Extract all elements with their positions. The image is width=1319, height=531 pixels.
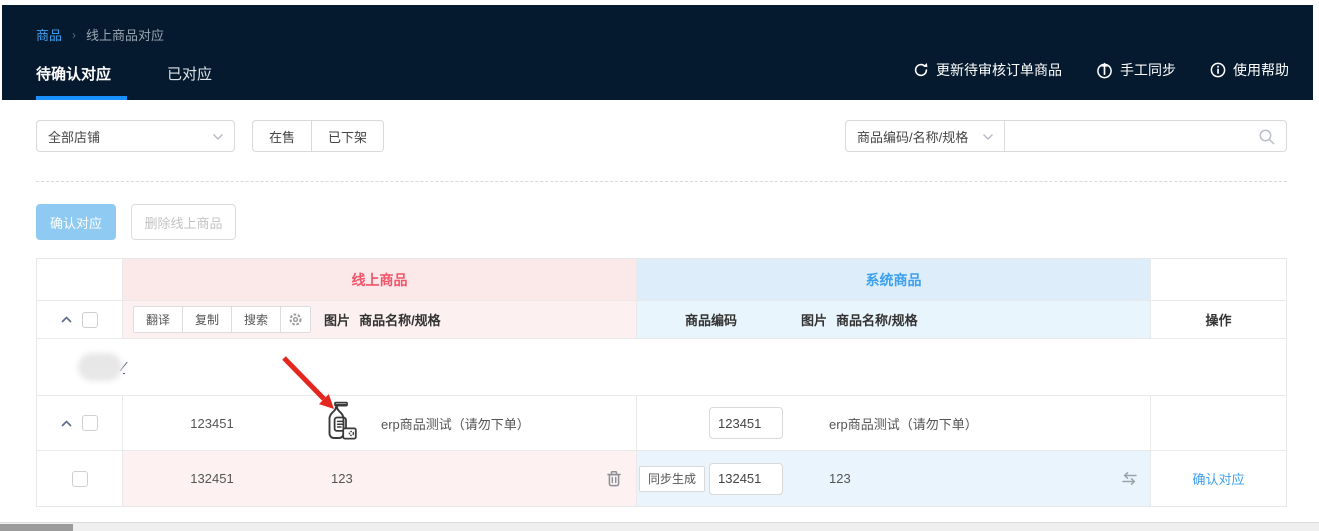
collapse-row-caret[interactable]	[61, 420, 72, 427]
table-group-header-row: 线上商品 系统商品	[37, 259, 1286, 301]
tab-matched[interactable]: 已对应	[167, 63, 220, 100]
search-input[interactable]	[1005, 121, 1286, 151]
search-group: 商品编码/名称/规格	[845, 120, 1287, 152]
row-checkbox[interactable]	[82, 415, 98, 431]
collapse-all-caret[interactable]	[61, 316, 72, 323]
breadcrumb-separator: ›	[72, 28, 76, 42]
system-code-input[interactable]	[709, 407, 783, 439]
online-name-column-header: 商品名称/规格	[359, 310, 441, 329]
help-label: 使用帮助	[1233, 60, 1289, 80]
copy-button[interactable]: 复制	[183, 307, 232, 332]
horizontal-scrollbar[interactable]	[0, 522, 1319, 531]
breadcrumb-current: 线上商品对应	[86, 25, 164, 44]
bulk-actions: 确认对应 删除线上商品	[36, 204, 1287, 240]
manual-sync-label: 手工同步	[1120, 60, 1176, 80]
table-subheader-row: 翻译 复制 搜索 图片 商品名称/规格 商品编码 图片	[37, 301, 1286, 339]
select-column-header	[37, 259, 123, 300]
refresh-icon	[913, 62, 929, 78]
operation-cell	[1151, 396, 1286, 450]
confirm-match-button[interactable]: 确认对应	[36, 204, 116, 240]
dashed-divider	[36, 181, 1287, 182]
system-code-input[interactable]	[709, 463, 783, 495]
table-row: 132451 123 同步生成 123	[37, 451, 1286, 506]
tab-matched-label: 已对应	[167, 66, 212, 83]
shop-select-value: 全部店铺	[48, 127, 100, 146]
update-pending-orders-label: 更新待审核订单商品	[936, 60, 1062, 80]
page: 商品 › 线上商品对应 待确认对应 已对应	[0, 5, 1319, 531]
online-image-column-header: 图片	[324, 310, 350, 329]
search-type-value: 商品编码/名称/规格	[857, 127, 968, 146]
confirm-match-link[interactable]: 确认对应	[1192, 469, 1244, 488]
update-pending-orders-button[interactable]: 更新待审核订单商品	[913, 60, 1062, 80]
product-match-table: 线上商品 系统商品 翻译 复制 搜索	[36, 258, 1287, 507]
search-type-select[interactable]: 商品编码/名称/规格	[845, 120, 1005, 152]
system-product-group-header: 系统商品	[637, 259, 1151, 300]
system-product-group-title: 系统商品	[866, 270, 922, 290]
breadcrumb-root-link[interactable]: 商品	[36, 25, 62, 44]
system-image-column-header: 图片	[801, 310, 827, 329]
redacted-shop-name	[78, 353, 122, 381]
system-name-column-header: 商品名称/规格	[836, 310, 918, 329]
shop-group-row: ⁄	[37, 339, 1286, 396]
online-product-group-title: 线上商品	[352, 270, 408, 290]
chevron-down-icon	[212, 129, 224, 144]
filter-toolbar: 全部店铺 在售 已下架 商品编码/名称/规格	[36, 120, 1287, 152]
shop-link[interactable]: ⁄	[123, 360, 125, 374]
info-icon	[1210, 62, 1226, 78]
online-product-code: 123451	[190, 416, 233, 431]
operation-column-header-cell	[1151, 259, 1286, 300]
online-tools-group: 翻译 复制 搜索	[133, 306, 311, 333]
row-checkbox[interactable]	[72, 471, 88, 487]
translate-button[interactable]: 翻译	[134, 307, 183, 332]
app-header: 商品 › 线上商品对应 待确认对应 已对应	[2, 5, 1313, 100]
online-product-name: erp商品测试（请勿下单）	[381, 414, 530, 433]
active-tab-underline	[36, 96, 127, 100]
operation-column-header: 操作	[1205, 310, 1231, 329]
sync-generate-button[interactable]: 同步生成	[639, 466, 705, 492]
table-row: 123451 erp商品测试（请勿下单）	[37, 396, 1286, 451]
system-product-name: 123	[829, 471, 851, 486]
trash-icon[interactable]	[606, 470, 622, 487]
system-product-name: erp商品测试（请勿下单）	[829, 414, 978, 433]
tab-pending-label: 待确认对应	[36, 66, 111, 83]
bottle-product-icon	[316, 399, 358, 448]
on-sale-button[interactable]: 在售	[252, 120, 312, 152]
sale-status-button-group: 在售 已下架	[252, 120, 384, 152]
online-product-name: 123	[331, 471, 353, 486]
search-tool-button[interactable]: 搜索	[232, 307, 281, 332]
shop-select[interactable]: 全部店铺	[36, 120, 235, 152]
scrollbar-thumb[interactable]	[0, 524, 73, 531]
manual-sync-button[interactable]: 手工同步	[1096, 60, 1176, 80]
gear-icon[interactable]	[281, 307, 310, 332]
tab-bar: 待确认对应 已对应	[36, 63, 268, 100]
breadcrumb: 商品 › 线上商品对应	[36, 5, 1289, 44]
help-button[interactable]: 使用帮助	[1210, 60, 1289, 80]
online-product-group-header: 线上商品	[123, 259, 637, 300]
delete-online-product-button[interactable]: 删除线上商品	[131, 204, 236, 240]
search-icon[interactable]	[1258, 128, 1276, 151]
product-image-slot	[301, 399, 373, 448]
system-code-column-header: 商品编码	[685, 310, 737, 329]
online-product-code: 132451	[190, 471, 233, 486]
chevron-down-icon	[982, 129, 994, 144]
select-all-checkbox[interactable]	[82, 312, 98, 328]
swap-icon[interactable]	[1121, 471, 1138, 486]
tab-pending-confirm[interactable]: 待确认对应	[36, 63, 119, 100]
off-shelf-button[interactable]: 已下架	[312, 120, 384, 152]
upload-icon	[1096, 62, 1113, 79]
